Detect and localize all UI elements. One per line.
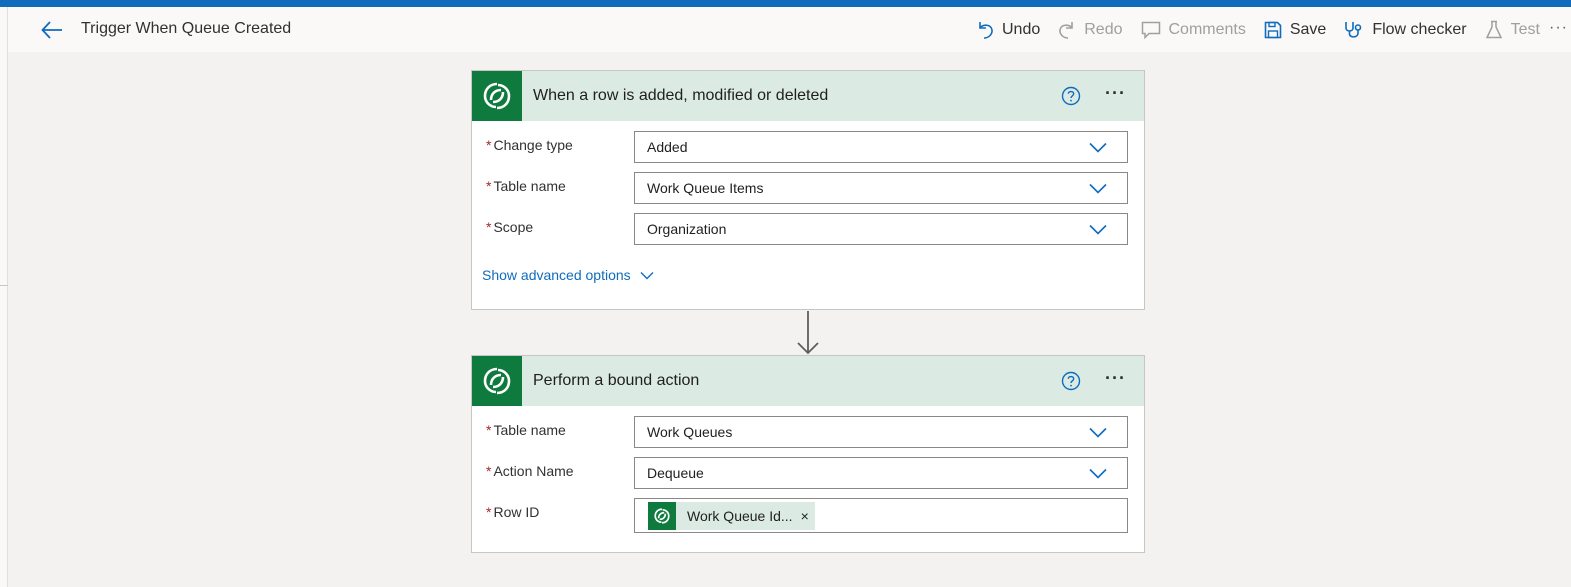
field-row-id: * Row ID Work Queue Id... × xyxy=(472,498,1146,533)
field-change-type: * Change type Added xyxy=(472,131,1146,163)
token-label: Work Queue Id... xyxy=(687,508,793,524)
help-button[interactable] xyxy=(1061,371,1081,396)
field-table-name: * Table name Work Queue Items xyxy=(472,172,1146,204)
scope-dropdown[interactable]: Organization xyxy=(634,213,1128,245)
field-label: Scope xyxy=(493,219,534,235)
arrow-left-icon xyxy=(41,21,62,39)
required-marker: * xyxy=(486,178,492,194)
test-label: Test xyxy=(1510,20,1540,38)
trigger-card-title: When a row is added, modified or deleted xyxy=(533,87,829,104)
chevron-down-icon xyxy=(1089,224,1107,235)
advanced-link-label: Show advanced options xyxy=(482,267,631,283)
trigger-card-header[interactable]: When a row is added, modified or deleted… xyxy=(472,71,1144,121)
trigger-card: When a row is added, modified or deleted… xyxy=(471,70,1145,310)
redo-icon xyxy=(1059,21,1074,39)
action-card-header[interactable]: Perform a bound action ··· xyxy=(472,356,1144,406)
chevron-down-icon xyxy=(1089,468,1107,479)
comment-icon xyxy=(1141,21,1160,39)
dropdown-value: Added xyxy=(647,139,688,155)
required-marker: * xyxy=(486,504,492,520)
card-menu-button[interactable]: ··· xyxy=(1105,368,1126,388)
show-advanced-options-link[interactable]: Show advanced options xyxy=(482,267,654,283)
top-accent-bar xyxy=(0,0,1571,7)
flow-header: Trigger When Queue Created Undo Redo Com… xyxy=(8,7,1571,52)
help-button[interactable] xyxy=(1061,86,1081,111)
chevron-down-icon xyxy=(1089,427,1107,438)
chevron-down-icon xyxy=(1089,183,1107,194)
field-table-name: * Table name Work Queues xyxy=(472,416,1146,448)
field-action-name: * Action Name Dequeue xyxy=(472,457,1146,489)
dropdown-value: Dequeue xyxy=(647,465,704,481)
undo-label: Undo xyxy=(1002,20,1041,38)
back-button[interactable] xyxy=(38,17,66,43)
dynamic-content-token[interactable]: Work Queue Id... × xyxy=(648,502,815,530)
test-button[interactable]: Test xyxy=(1485,20,1540,40)
stethoscope-icon xyxy=(1345,21,1362,38)
toolbar: Undo Redo Comments Save Flow checker Tes… xyxy=(976,7,1558,52)
row-id-input[interactable]: Work Queue Id... × xyxy=(634,498,1128,533)
save-icon xyxy=(1264,21,1282,38)
help-icon xyxy=(1061,371,1081,391)
chevron-down-icon xyxy=(1089,142,1107,153)
comments-label: Comments xyxy=(1168,20,1246,38)
dataverse-icon xyxy=(472,356,522,406)
comments-button[interactable]: Comments xyxy=(1141,21,1246,39)
flow-checker-button[interactable]: Flow checker xyxy=(1344,20,1467,40)
action-card: Perform a bound action ··· * Table name W… xyxy=(471,355,1145,553)
chevron-down-icon xyxy=(640,271,654,279)
remove-token-button[interactable]: × xyxy=(801,508,809,524)
action-name-dropdown[interactable]: Dequeue xyxy=(634,457,1128,489)
redo-button[interactable]: Redo xyxy=(1058,20,1123,40)
change-type-dropdown[interactable]: Added xyxy=(634,131,1128,163)
flask-icon xyxy=(1485,20,1502,38)
dropdown-value: Organization xyxy=(647,221,727,237)
required-marker: * xyxy=(486,463,492,479)
table-name-dropdown[interactable]: Work Queues xyxy=(634,416,1128,448)
dropdown-value: Work Queues xyxy=(647,424,733,440)
table-name-dropdown[interactable]: Work Queue Items xyxy=(634,172,1128,204)
flow-title: Trigger When Queue Created xyxy=(81,20,292,37)
left-rail xyxy=(0,7,8,587)
field-label: Action Name xyxy=(493,463,574,479)
left-rail-divider xyxy=(0,285,8,286)
arrow-down-icon xyxy=(797,311,819,355)
undo-icon xyxy=(979,21,993,39)
save-label: Save xyxy=(1289,20,1327,38)
required-marker: * xyxy=(486,219,492,235)
save-button[interactable]: Save xyxy=(1264,21,1326,39)
dropdown-value: Work Queue Items xyxy=(647,180,764,196)
required-marker: * xyxy=(486,422,492,438)
help-icon xyxy=(1061,86,1081,106)
flow-checker-label: Flow checker xyxy=(1372,20,1467,38)
dataverse-icon xyxy=(648,502,676,530)
card-menu-button[interactable]: ··· xyxy=(1105,83,1126,103)
dataverse-icon xyxy=(472,71,522,121)
required-marker: * xyxy=(486,137,492,153)
more-options-button[interactable]: ··· xyxy=(1549,19,1568,37)
field-label: Table name xyxy=(493,422,566,438)
action-card-title: Perform a bound action xyxy=(533,372,700,389)
field-label: Table name xyxy=(493,178,566,194)
redo-label: Redo xyxy=(1084,20,1123,38)
field-label: Change type xyxy=(493,137,573,153)
field-label: Row ID xyxy=(493,504,540,520)
field-scope: * Scope Organization xyxy=(472,213,1146,245)
undo-button[interactable]: Undo xyxy=(976,20,1040,40)
